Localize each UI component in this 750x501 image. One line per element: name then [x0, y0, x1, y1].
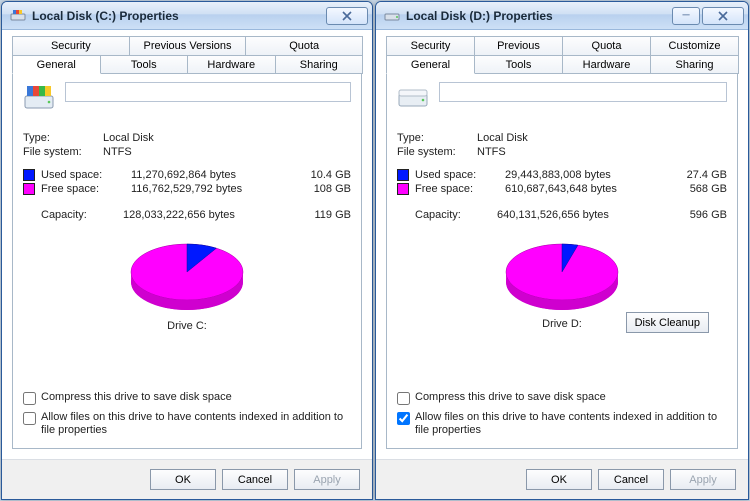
- capacity-label: Capacity:: [415, 209, 477, 221]
- separator: [23, 200, 351, 201]
- close-button[interactable]: [702, 7, 744, 25]
- filesystem-label: File system:: [23, 146, 103, 158]
- tab-tools[interactable]: Tools: [100, 55, 189, 74]
- free-bytes: 116,762,529,792 bytes: [111, 183, 299, 195]
- tab-previous-versions[interactable]: Previous Versions: [474, 36, 563, 55]
- tab-row-2: General Tools Hardware Sharing: [386, 55, 738, 74]
- separator: [23, 126, 351, 127]
- drive-label: Drive C:: [23, 320, 351, 332]
- drive-titlebar-icon: [384, 8, 400, 24]
- free-color-swatch: [23, 183, 35, 195]
- window-title: Local Disk (D:) Properties: [406, 9, 670, 23]
- tab-previous-versions[interactable]: Previous Versions: [129, 36, 247, 55]
- capacity-bytes: 640,131,526,656 bytes: [477, 209, 675, 221]
- compress-checkbox[interactable]: [23, 392, 36, 405]
- close-button[interactable]: [326, 7, 368, 25]
- tab-sharing[interactable]: Sharing: [650, 55, 739, 74]
- tab-row-2: General Tools Hardware Sharing: [12, 55, 362, 74]
- separator: [23, 338, 351, 339]
- properties-dialog-d: Local Disk (D:) Properties ─ Security Pr…: [375, 1, 749, 500]
- ok-button[interactable]: OK: [150, 469, 216, 490]
- ok-button[interactable]: OK: [526, 469, 592, 490]
- tab-security[interactable]: Security: [386, 36, 475, 55]
- apply-button[interactable]: Apply: [670, 469, 736, 490]
- type-label: Type:: [397, 132, 477, 144]
- minimize-button[interactable]: ─: [672, 7, 700, 25]
- used-gb: 10.4 GB: [299, 169, 351, 181]
- drive-icon: [397, 82, 429, 114]
- capacity-label: Capacity:: [41, 209, 103, 221]
- filesystem-label: File system:: [397, 146, 477, 158]
- separator: [397, 229, 727, 230]
- properties-dialog-c: Local Disk (C:) Properties Security Prev…: [1, 1, 373, 500]
- tab-hardware[interactable]: Hardware: [562, 55, 651, 74]
- drive-titlebar-icon: [10, 8, 26, 24]
- drive-label: Drive D:: [542, 318, 582, 330]
- type-value: Local Disk: [103, 132, 154, 144]
- cancel-button[interactable]: Cancel: [598, 469, 664, 490]
- drive-icon: [23, 82, 55, 114]
- titlebar[interactable]: Local Disk (C:) Properties: [2, 2, 372, 30]
- free-gb: 108 GB: [299, 183, 351, 195]
- dialog-footer: OK Cancel Apply: [376, 459, 748, 499]
- capacity-gb: 119 GB: [299, 209, 351, 221]
- type-label: Type:: [23, 132, 103, 144]
- free-label: Free space:: [41, 183, 111, 195]
- tab-sharing[interactable]: Sharing: [275, 55, 364, 74]
- separator: [397, 126, 727, 127]
- compress-checkbox[interactable]: [397, 392, 410, 405]
- used-gb: 27.4 GB: [675, 169, 727, 181]
- separator: [23, 229, 351, 230]
- dialog-content: Security Previous Versions Quota Customi…: [376, 30, 748, 459]
- dialog-footer: OK Cancel Apply: [2, 459, 372, 499]
- free-gb: 568 GB: [675, 183, 727, 195]
- used-bytes: 11,270,692,864 bytes: [111, 169, 299, 181]
- tab-panel-general: Type:Local Disk File system:NTFS Used sp…: [386, 73, 738, 449]
- filesystem-value: NTFS: [103, 146, 132, 158]
- free-color-swatch: [397, 183, 409, 195]
- index-checkbox[interactable]: [397, 412, 410, 425]
- tab-panel-general: Type:Local Disk File system:NTFS Used sp…: [12, 73, 362, 449]
- apply-button[interactable]: Apply: [294, 469, 360, 490]
- volume-name-input[interactable]: [439, 82, 727, 102]
- tab-tools[interactable]: Tools: [474, 55, 563, 74]
- used-color-swatch: [397, 169, 409, 181]
- filesystem-value: NTFS: [477, 146, 506, 158]
- compress-label[interactable]: Compress this drive to save disk space: [415, 391, 727, 404]
- used-color-swatch: [23, 169, 35, 181]
- used-bytes: 29,443,883,008 bytes: [485, 169, 675, 181]
- free-bytes: 610,687,643,648 bytes: [485, 183, 675, 195]
- type-value: Local Disk: [477, 132, 528, 144]
- window-title: Local Disk (C:) Properties: [32, 9, 324, 23]
- capacity-gb: 596 GB: [675, 209, 727, 221]
- tab-general[interactable]: General: [12, 55, 101, 74]
- tab-general[interactable]: General: [386, 55, 475, 74]
- tab-quota[interactable]: Quota: [562, 36, 651, 55]
- usage-pie-chart: [492, 238, 632, 318]
- separator: [23, 163, 351, 164]
- separator: [397, 200, 727, 201]
- tab-quota[interactable]: Quota: [245, 36, 363, 55]
- free-label: Free space:: [415, 183, 485, 195]
- tab-row-1: Security Previous Versions Quota: [12, 36, 362, 55]
- tab-security[interactable]: Security: [12, 36, 130, 55]
- index-label[interactable]: Allow files on this drive to have conten…: [415, 411, 727, 437]
- used-label: Used space:: [415, 169, 485, 181]
- dialog-content: Security Previous Versions Quota General…: [2, 30, 372, 459]
- tab-row-1: Security Previous Versions Quota Customi…: [386, 36, 738, 55]
- capacity-bytes: 128,033,222,656 bytes: [103, 209, 299, 221]
- titlebar[interactable]: Local Disk (D:) Properties ─: [376, 2, 748, 30]
- usage-pie-chart: [117, 238, 257, 318]
- index-label[interactable]: Allow files on this drive to have conten…: [41, 411, 351, 437]
- tab-hardware[interactable]: Hardware: [187, 55, 276, 74]
- tab-customize[interactable]: Customize: [650, 36, 739, 55]
- cancel-button[interactable]: Cancel: [222, 469, 288, 490]
- volume-name-input[interactable]: [65, 82, 351, 102]
- disk-cleanup-button[interactable]: Disk Cleanup: [626, 312, 709, 333]
- used-label: Used space:: [41, 169, 111, 181]
- separator: [397, 163, 727, 164]
- index-checkbox[interactable]: [23, 412, 36, 425]
- compress-label[interactable]: Compress this drive to save disk space: [41, 391, 351, 404]
- separator: [397, 336, 727, 337]
